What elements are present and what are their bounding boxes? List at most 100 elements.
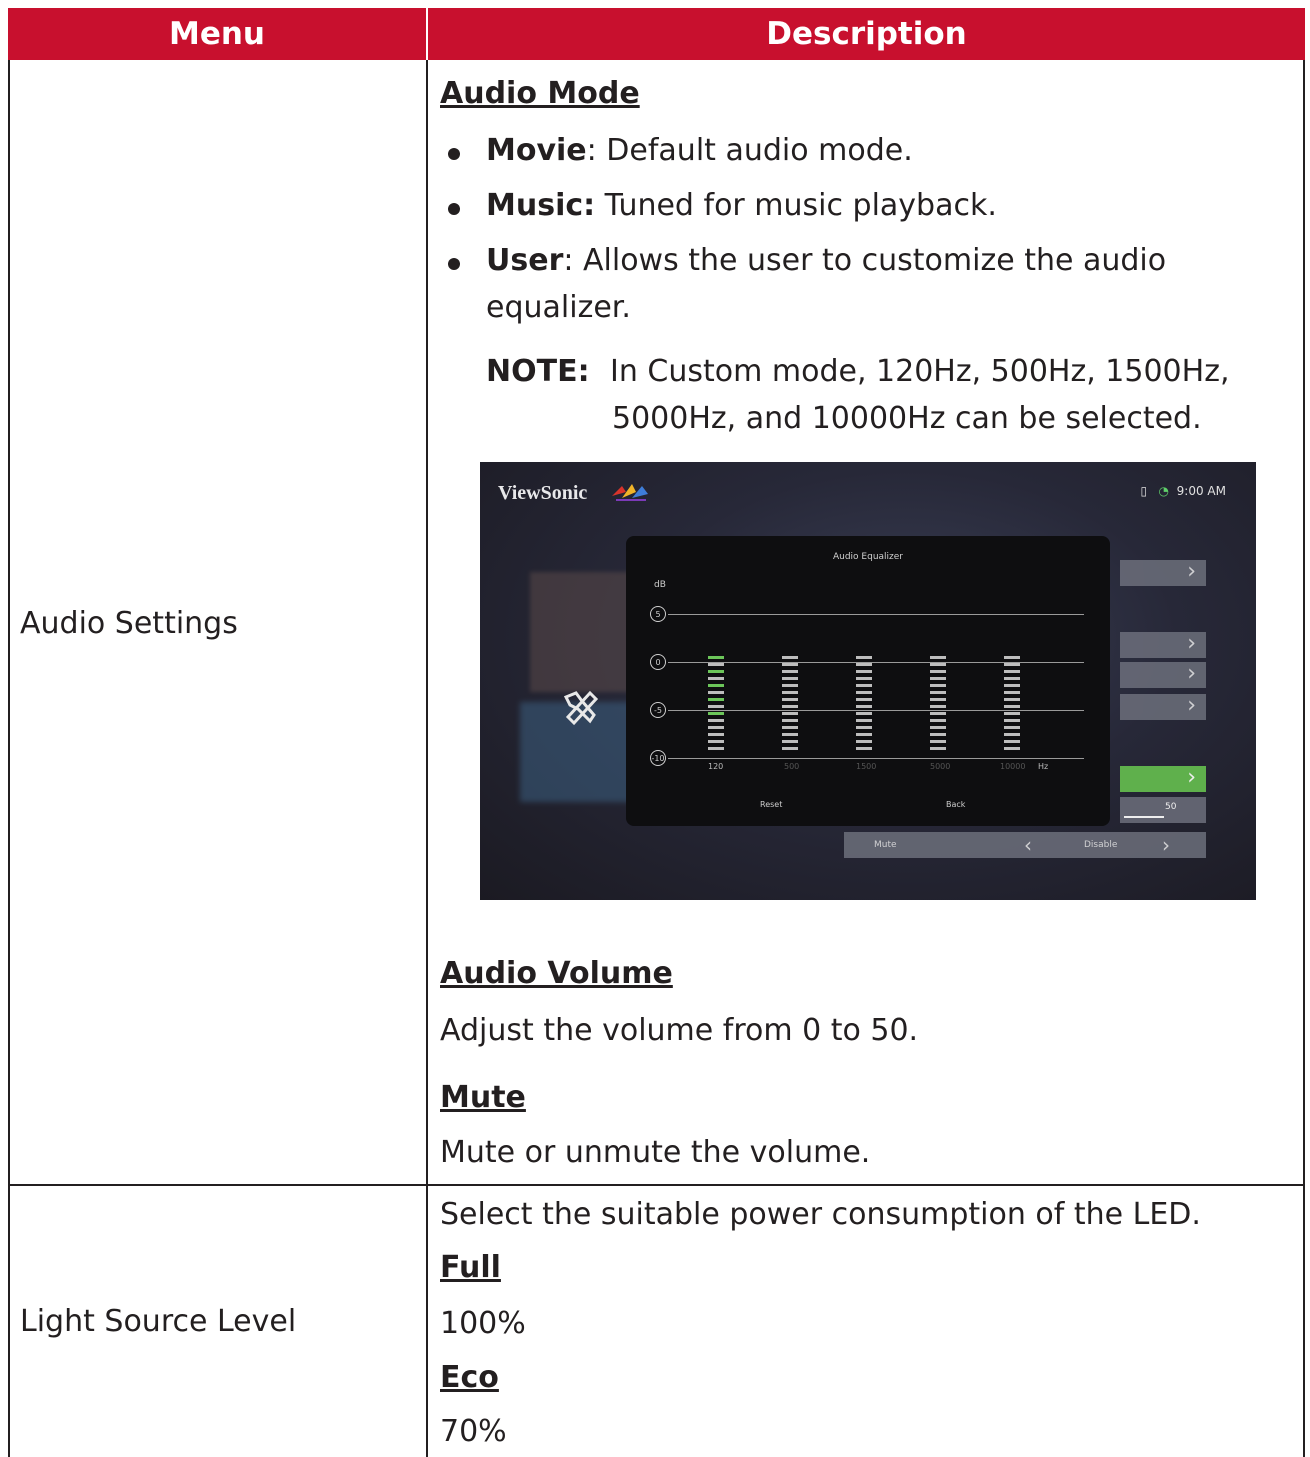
- eq-segment: [1004, 677, 1020, 680]
- light-source-intro: Select the suitable power consumption of…: [440, 1197, 1201, 1232]
- viewsonic-birds-icon: [612, 484, 648, 501]
- eq-segment: [708, 733, 724, 736]
- equalizer-title: Audio Equalizer: [832, 552, 904, 562]
- eq-segment: [708, 656, 724, 659]
- level-marker: 5: [650, 606, 666, 622]
- wifi-icon: ◔: [1158, 484, 1170, 498]
- eq-band-500[interactable]: [782, 656, 798, 756]
- eq-segment: [708, 719, 724, 722]
- eq-segment: [782, 656, 798, 659]
- eq-segment: [782, 726, 798, 729]
- volume-value: 50: [1165, 802, 1177, 812]
- header-menu: Menu: [8, 8, 426, 60]
- note-label: NOTE:: [486, 354, 590, 389]
- eq-segment: [1004, 747, 1020, 750]
- heading-audio-volume: Audio Volume: [440, 956, 673, 991]
- level-marker: -5: [650, 702, 666, 718]
- eq-segment: [856, 712, 872, 715]
- back-button[interactable]: Back: [946, 800, 965, 809]
- band-label: 10000: [1000, 762, 1026, 771]
- hz-label: Hz: [1038, 762, 1049, 771]
- eq-segment: [1004, 691, 1020, 694]
- eq-segment: [782, 684, 798, 687]
- lock-icon: ▯: [1140, 484, 1148, 498]
- eq-segment: [708, 740, 724, 743]
- eq-segment: [930, 670, 946, 673]
- volume-slider-track: [1124, 816, 1164, 818]
- eq-segment: [930, 747, 946, 750]
- eq-segment: [782, 677, 798, 680]
- eq-segment: [1004, 705, 1020, 708]
- eq-segment: [782, 670, 798, 673]
- eq-segment: [782, 663, 798, 666]
- eq-segment: [856, 684, 872, 687]
- eq-segment: [1004, 726, 1020, 729]
- volume-slider[interactable]: [1120, 797, 1206, 823]
- band-label: 120: [708, 762, 724, 771]
- list-item-user: User: Allows the user to customize the a…: [486, 243, 1167, 278]
- eq-segment: [930, 691, 946, 694]
- menu-option-button[interactable]: ›: [1120, 560, 1206, 586]
- eq-segment: [856, 747, 872, 750]
- eq-segment: [782, 691, 798, 694]
- chevron-left-icon[interactable]: ‹: [1024, 832, 1032, 858]
- reset-button[interactable]: Reset: [760, 800, 782, 809]
- eq-segment: [782, 719, 798, 722]
- heading-mute: Mute: [440, 1080, 526, 1115]
- chevron-right-icon[interactable]: ›: [1162, 832, 1170, 858]
- full-value: 100%: [440, 1306, 526, 1341]
- list-item-movie: Movie: Default audio mode.: [486, 133, 913, 168]
- eq-segment: [930, 712, 946, 715]
- mute-label: Mute: [874, 840, 897, 850]
- menu-option-button[interactable]: ›: [1120, 662, 1206, 688]
- mute-text: Mute or unmute the volume.: [440, 1135, 871, 1170]
- eq-segment: [930, 677, 946, 680]
- eq-segment: [930, 698, 946, 701]
- eq-segment: [1004, 663, 1020, 666]
- eq-band-120[interactable]: [708, 656, 724, 756]
- grid-line: [668, 614, 1084, 615]
- heading-eco: Eco: [440, 1360, 499, 1395]
- heading-full: Full: [440, 1250, 501, 1285]
- eq-segment: [930, 684, 946, 687]
- status-bar: ▯ ◔ 9:00 AM: [1140, 484, 1226, 498]
- list-item-user-cont: equalizer.: [486, 290, 631, 325]
- list-item-music: Music: Tuned for music playback.: [486, 188, 997, 223]
- mute-row[interactable]: Mute ‹ Disable ›: [844, 832, 1206, 858]
- menu-option-button[interactable]: ›: [1120, 632, 1206, 658]
- eq-segment: [856, 698, 872, 701]
- eq-segment: [708, 698, 724, 701]
- eq-band-10000[interactable]: [1004, 656, 1020, 756]
- eq-band-5000[interactable]: [930, 656, 946, 756]
- menu-option-button[interactable]: ›: [1120, 694, 1206, 720]
- eq-segment: [708, 726, 724, 729]
- eq-segment: [1004, 670, 1020, 673]
- eq-segment: [856, 670, 872, 673]
- eq-segment: [708, 747, 724, 750]
- audio-volume-text: Adjust the volume from 0 to 50.: [440, 1013, 919, 1048]
- eq-segment: [782, 705, 798, 708]
- bullet-icon: [448, 148, 460, 160]
- eq-segment: [930, 740, 946, 743]
- border-middle: [426, 60, 428, 1457]
- eq-segment: [856, 740, 872, 743]
- row-divider: [8, 1184, 1305, 1186]
- level-marker: -10: [650, 750, 666, 766]
- eq-segment: [782, 712, 798, 715]
- menu-audio-settings: Audio Settings: [20, 606, 238, 641]
- eq-segment: [930, 719, 946, 722]
- eq-band-1500[interactable]: [856, 656, 872, 756]
- eq-segment: [856, 705, 872, 708]
- audio-mode-button[interactable]: ›: [1120, 766, 1206, 792]
- eq-segment: [856, 663, 872, 666]
- eq-segment: [708, 712, 724, 715]
- eq-segment: [856, 656, 872, 659]
- eco-value: 70%: [440, 1414, 507, 1449]
- menu-light-source-level: Light Source Level: [20, 1304, 297, 1339]
- eq-segment: [1004, 684, 1020, 687]
- audio-equalizer-screenshot: ViewSonic ▯ ◔ 9:00 AM › › › › › 50 Mute …: [480, 462, 1256, 900]
- eq-segment: [708, 663, 724, 666]
- band-label: 1500: [856, 762, 877, 771]
- eq-segment: [930, 656, 946, 659]
- eq-segment: [1004, 740, 1020, 743]
